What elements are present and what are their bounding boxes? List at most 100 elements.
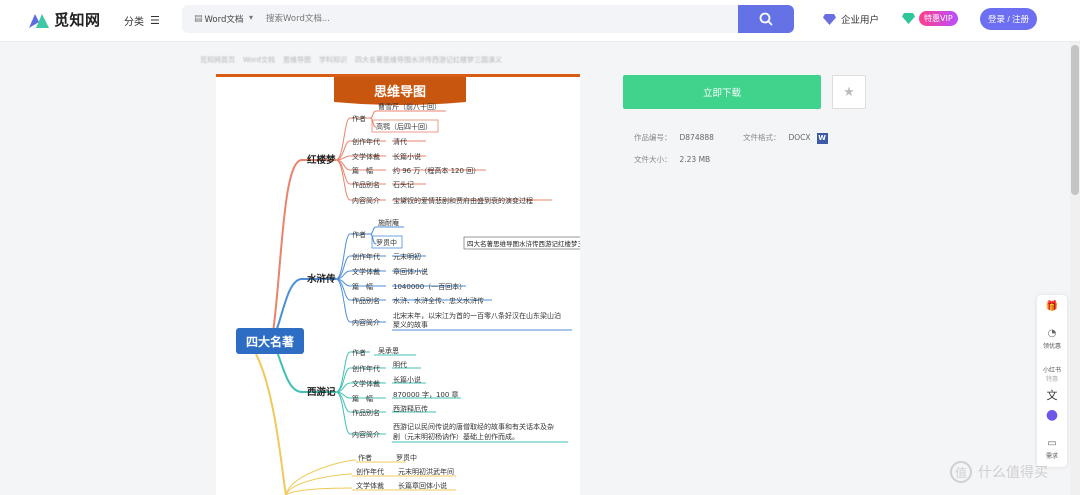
field-value: 明代	[393, 360, 407, 369]
word-icon: W	[816, 133, 828, 144]
printer-icon: ▭	[1047, 438, 1057, 449]
doc-id-value: D874888	[679, 133, 714, 142]
field-key: 文学体裁	[352, 379, 380, 388]
banner-title: 思维导图	[374, 84, 426, 100]
vip-badge: 特惠VIP	[919, 11, 958, 26]
enterprise-label: 企业用户	[841, 15, 880, 26]
category-label: 分类	[124, 17, 144, 28]
field-value: 西游释厄传	[393, 404, 428, 413]
search-button[interactable]	[738, 5, 794, 33]
site-logo[interactable]: 觅知网	[28, 9, 101, 30]
branch-line	[255, 353, 287, 495]
category-menu[interactable]: 分类 ☰	[124, 13, 160, 28]
field-value: 1040000（一百回本）	[393, 282, 466, 291]
xiaohongshu-button[interactable]: 小红书 特惠	[1037, 365, 1067, 383]
search-type-select[interactable]: ▤ Word文档	[194, 13, 243, 25]
field-value: 施耐庵	[378, 218, 399, 227]
vip-diamond-icon	[902, 13, 915, 24]
file-format-info: 文件格式： DOCX W	[743, 132, 828, 144]
field-key: 作品别名	[352, 408, 380, 417]
field-key: 文学体裁	[356, 481, 384, 490]
field-value: 北宋末年，以宋江为首的一百零八条好汉在山东梁山泊	[393, 311, 561, 320]
login-register-button[interactable]: 登录 / 注册	[980, 8, 1037, 30]
enterprise-user-link[interactable]: 企业用户	[823, 12, 879, 26]
search-bar: ▤ Word文档 ▾	[182, 5, 794, 33]
field-key: 创作年代	[352, 252, 380, 261]
field-key: 作者	[352, 114, 366, 123]
scrollbar-thumb[interactable]	[1071, 45, 1079, 195]
field-value: 曹雪芹（前八十回）	[378, 102, 441, 111]
vip-link[interactable]: 特惠VIP	[902, 11, 958, 26]
translate-button[interactable]: 文	[1037, 387, 1067, 405]
assistant-button[interactable]: ●	[1037, 407, 1067, 425]
coupon-button[interactable]: ◔ 领优惠	[1037, 328, 1067, 350]
field-value: 870000 字，100 章	[393, 390, 459, 399]
search-icon	[759, 12, 773, 26]
breadcrumb-item[interactable]: Word文档	[243, 55, 275, 65]
file-format-value: DOCX	[788, 133, 811, 142]
field-value: 高鹗（后四十回）	[376, 122, 432, 131]
field-value: 长篇章回体小说	[398, 481, 447, 490]
robot-icon: ●	[1045, 407, 1059, 423]
field-value: 石头记	[393, 180, 414, 189]
book-label: 西游记	[307, 386, 336, 398]
doc-id-info: 作品编号： D874888	[634, 132, 714, 143]
breadcrumb: 觅知网首页 Word文档 思维导图 学科知识 四大名著思维导图水浒传西游记红楼梦…	[200, 55, 502, 65]
breadcrumb-item: 四大名著思维导图水浒传西游记红楼梦三国演义	[355, 56, 502, 64]
field-value: 剧（元末明初杨讷作）基础上创作而成。	[393, 432, 519, 441]
search-input[interactable]	[266, 11, 726, 27]
field-value: 约 96 万（程高本 120 回）	[393, 166, 480, 175]
field-key: 作品别名	[352, 180, 380, 189]
field-value: 长篇小说	[393, 152, 421, 161]
breadcrumb-item[interactable]: 觅知网首页	[200, 55, 235, 65]
field-key: 创作年代	[352, 137, 380, 146]
logo-text: 觅知网	[54, 11, 101, 29]
chevron-down-icon[interactable]: ▾	[249, 13, 253, 22]
field-key: 文学体裁	[352, 152, 380, 161]
favorite-button[interactable]: ★	[832, 75, 866, 109]
file-size-value: 2.23 MB	[679, 155, 711, 164]
request-button[interactable]: ▭ 需求	[1037, 438, 1067, 460]
watermark-logo-icon: 值	[950, 461, 972, 483]
field-value: 元末明初	[393, 252, 421, 261]
menu-icon: ☰	[150, 14, 160, 27]
file-format-label: 文件格式：	[743, 133, 781, 142]
field-value: 清代	[393, 137, 407, 146]
field-key: 创作年代	[352, 364, 380, 373]
field-value: 章回体小说	[393, 267, 428, 276]
top-header: 觅知网 分类 ☰ ▤ Word文档 ▾ 企业用户 特惠VIP 登录 / 注册	[0, 0, 1080, 42]
gift-icon: 🎁	[1045, 301, 1059, 312]
watermark-text: 什么值得买	[978, 465, 1048, 481]
field-key: 作品别名	[352, 296, 380, 305]
watermark: 值 什么值得买	[950, 461, 1048, 483]
field-value: 吴承恩	[378, 346, 399, 355]
field-key: 内容简介	[352, 430, 380, 439]
field-value: 元末明初洪武年间	[398, 467, 454, 476]
field-key: 文学体裁	[352, 267, 380, 276]
translate-icon: 文	[1046, 389, 1058, 402]
field-value: 长篇小说	[393, 375, 421, 384]
field-key: 篇 幅	[352, 166, 373, 175]
document-icon: ▤	[194, 14, 203, 24]
field-key: 篇 幅	[352, 394, 373, 403]
mind-map: 思维导图 四大名著 红楼梦 水浒传 西游记 作者 曹雪芹（前八十回） 高鹗（后四…	[216, 74, 580, 495]
field-key: 作者	[352, 348, 366, 357]
xiaohongshu-label: 小红书	[1042, 367, 1061, 374]
coupon-label: 领优惠	[1042, 343, 1061, 350]
field-key: 创作年代	[356, 467, 384, 476]
diamond-icon	[823, 13, 836, 25]
logo-mark-icon	[29, 13, 49, 28]
breadcrumb-item[interactable]: 思维导图	[283, 55, 311, 65]
gift-button[interactable]: 🎁	[1037, 301, 1067, 314]
field-value: 西游记以民间传说的唐僧取经的故事和有关话本及杂	[393, 422, 554, 431]
request-label: 需求	[1045, 453, 1058, 460]
field-key: 作者	[352, 230, 366, 239]
search-type-label: Word文档	[204, 15, 244, 25]
field-value: 聚义的故事	[393, 320, 428, 329]
star-icon: ★	[843, 84, 855, 100]
field-value: 罗贯中	[396, 453, 417, 462]
download-button[interactable]: 立即下载	[623, 75, 821, 109]
field-value: 罗贯中	[376, 238, 397, 247]
breadcrumb-item[interactable]: 学科知识	[319, 55, 347, 65]
field-key: 内容简介	[352, 196, 380, 205]
